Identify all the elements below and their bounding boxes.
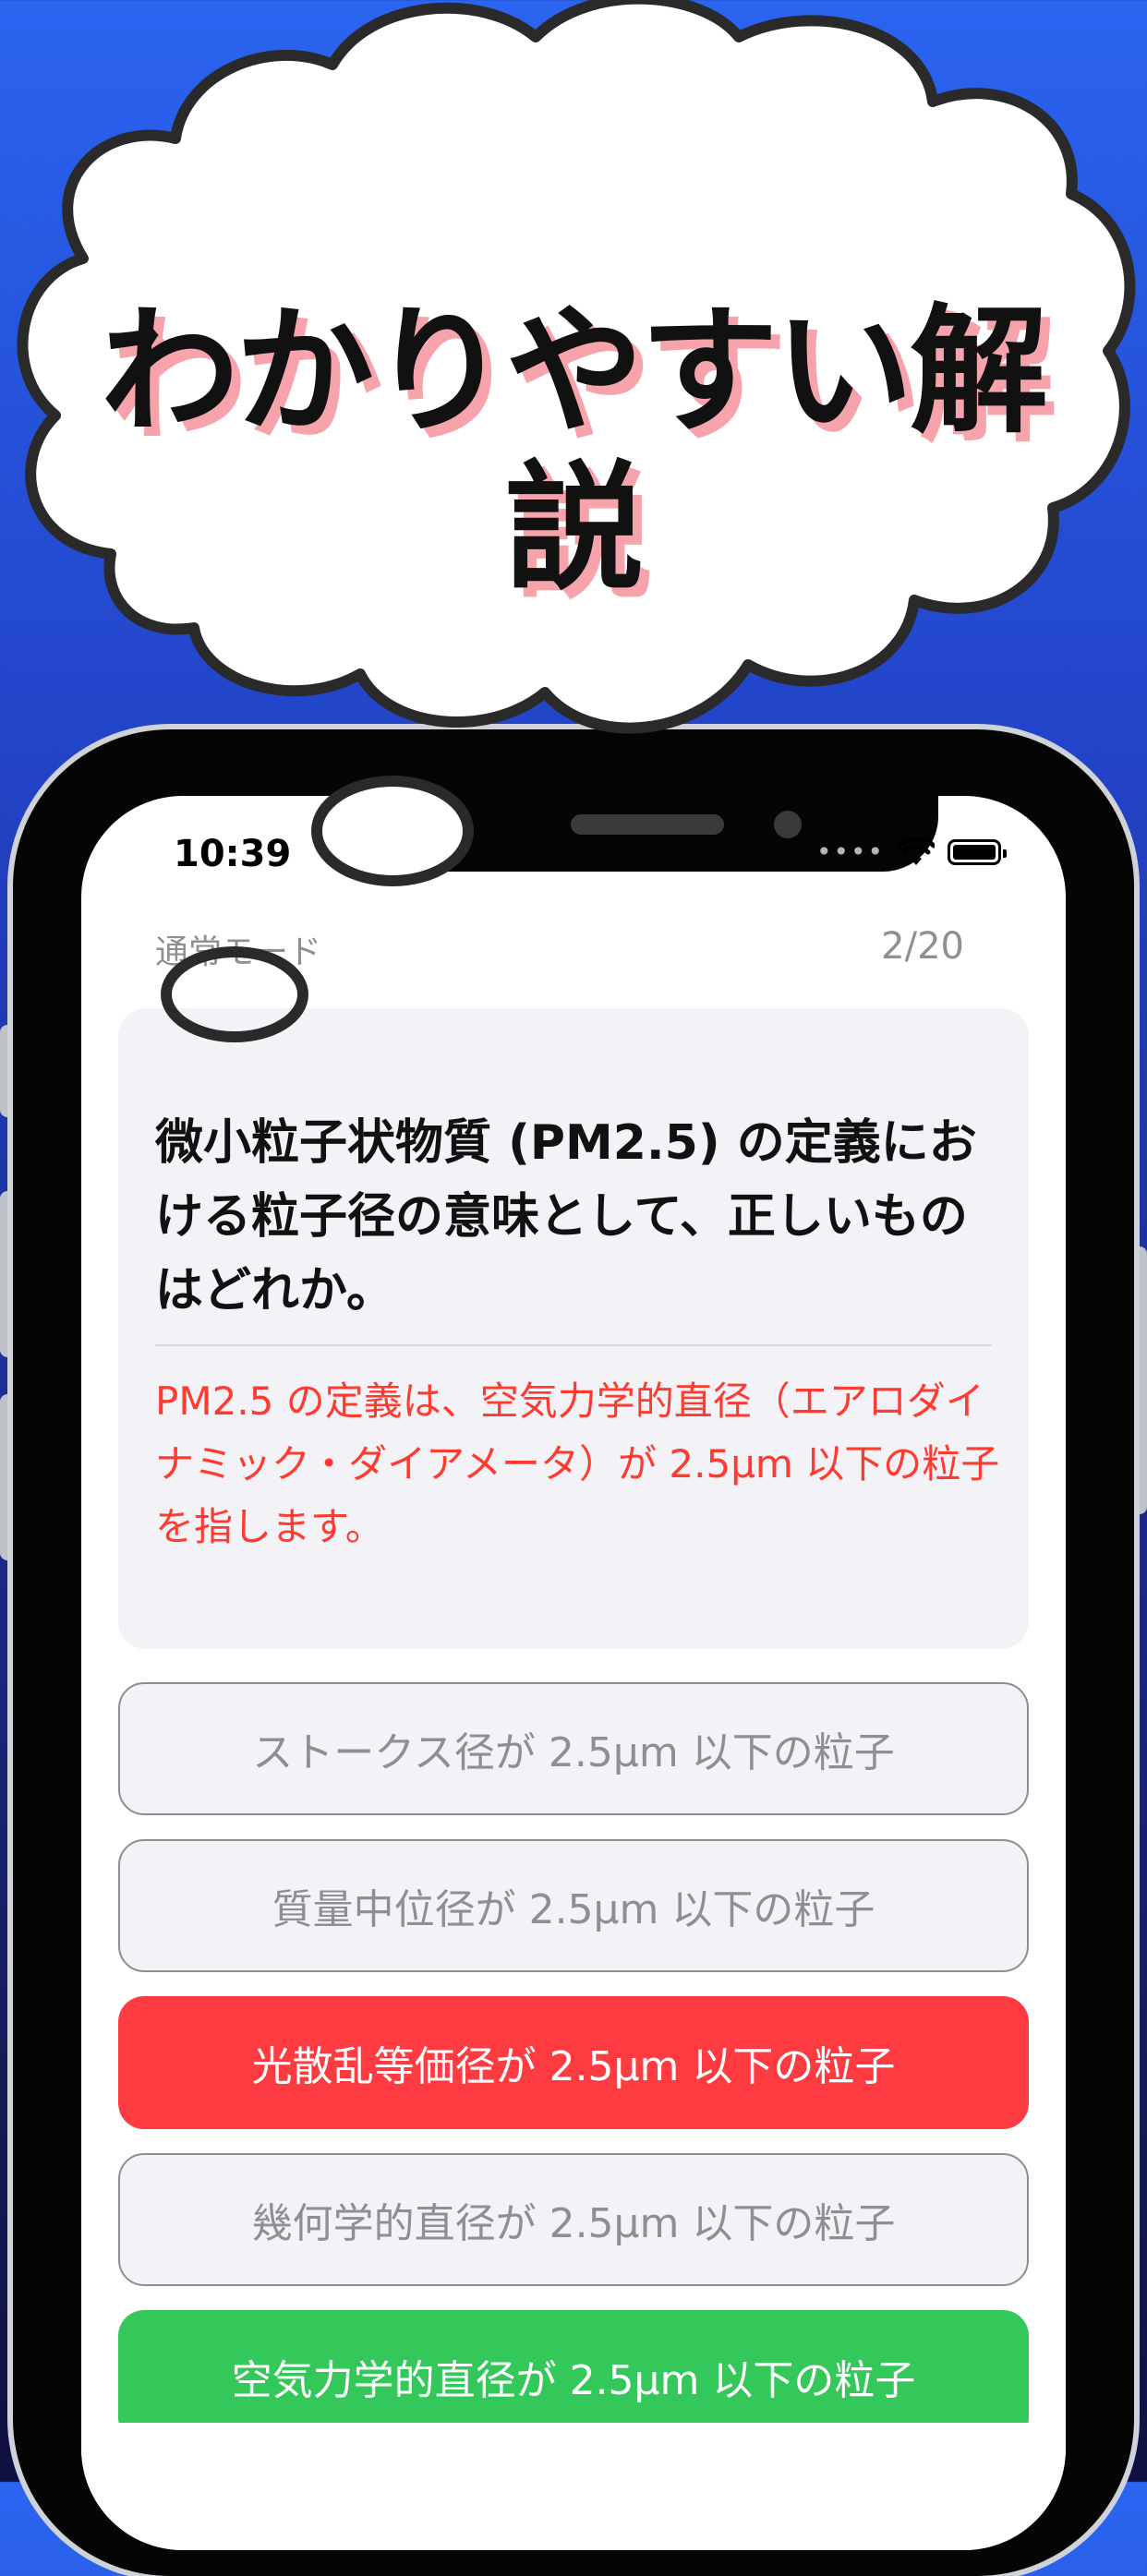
- bottom-fade: [81, 2423, 1066, 2550]
- explanation-text: PM2.5 の定義は、空気力学的直径（エアロダイナミック・ダイアメータ）が 2.…: [155, 1378, 1000, 1549]
- status-time: 10:39: [174, 833, 292, 875]
- question-progress: 2/20: [881, 925, 964, 968]
- speaker: [571, 814, 724, 835]
- answer-option-4[interactable]: 幾何学的直径が 2.5μm 以下の粒子: [118, 2153, 1029, 2286]
- status-icons: ••••: [815, 837, 1007, 867]
- front-camera: [774, 811, 802, 838]
- signal-icon: ••••: [815, 837, 885, 867]
- question-text: 微小粒子状物質 (PM2.5) の定義における粒子径の意味として、正しいものはど…: [155, 1115, 977, 1318]
- thought-bubble-large: [311, 776, 474, 886]
- answer-option-2[interactable]: 質量中位径が 2.5μm 以下の粒子: [118, 1839, 1029, 1972]
- answer-option-3[interactable]: 光散乱等価径が 2.5μm 以下の粒子: [118, 1996, 1029, 2129]
- question-card: 微小粒子状物質 (PM2.5) の定義における粒子径の意味として、正しいものはど…: [118, 1008, 1029, 1649]
- answer-option-1[interactable]: ストークス径が 2.5μm 以下の粒子: [118, 1682, 1029, 1815]
- wifi-icon: [898, 837, 935, 865]
- banner-headline: わかりやすい解説: [100, 292, 1048, 609]
- battery-icon: [948, 838, 1007, 865]
- power-button: [1132, 1246, 1147, 1514]
- divider: [155, 1344, 992, 1346]
- phone-screen: 10:39 •••• 通常モード 2/20 微小粒子状物質 (PM2.5) の定…: [81, 796, 1066, 2550]
- thought-bubble-small: [161, 946, 308, 1042]
